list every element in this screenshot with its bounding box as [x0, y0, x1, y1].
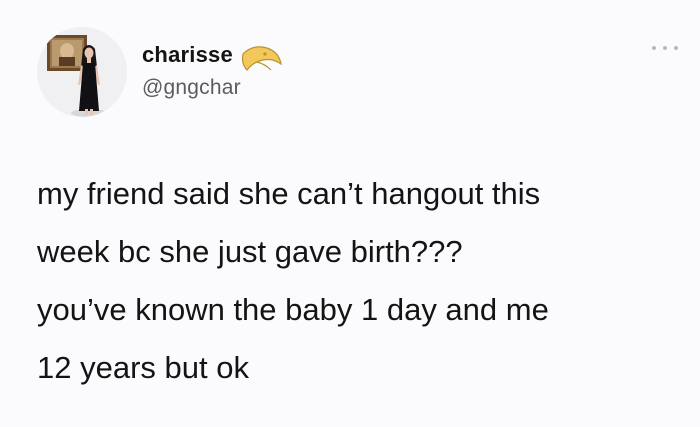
display-name[interactable]: charisse	[142, 42, 233, 68]
menu-dot	[652, 46, 656, 50]
profile-photo	[37, 27, 127, 117]
name-row: charisse	[142, 40, 283, 71]
tweet-line: week bc she just gave birth???	[37, 234, 463, 269]
menu-dot	[663, 46, 667, 50]
user-handle[interactable]: @gngchar	[142, 76, 283, 100]
crescent-moon-emoji	[241, 46, 282, 71]
tweet-text: my friend said she can’t hangout this we…	[37, 165, 682, 397]
tweet-line: my friend said she can’t hangout this	[37, 176, 541, 211]
avatar[interactable]	[37, 27, 127, 117]
more-options-icon[interactable]	[652, 43, 678, 53]
tweet-line: 12 years but ok	[37, 350, 249, 385]
tweet-line: you’ve known the baby 1 day and me	[37, 292, 549, 327]
tweet-card: charisse @gngchar my friend said she can…	[0, 0, 700, 427]
author-info: charisse @gngchar	[142, 40, 283, 100]
menu-dot	[674, 46, 678, 50]
